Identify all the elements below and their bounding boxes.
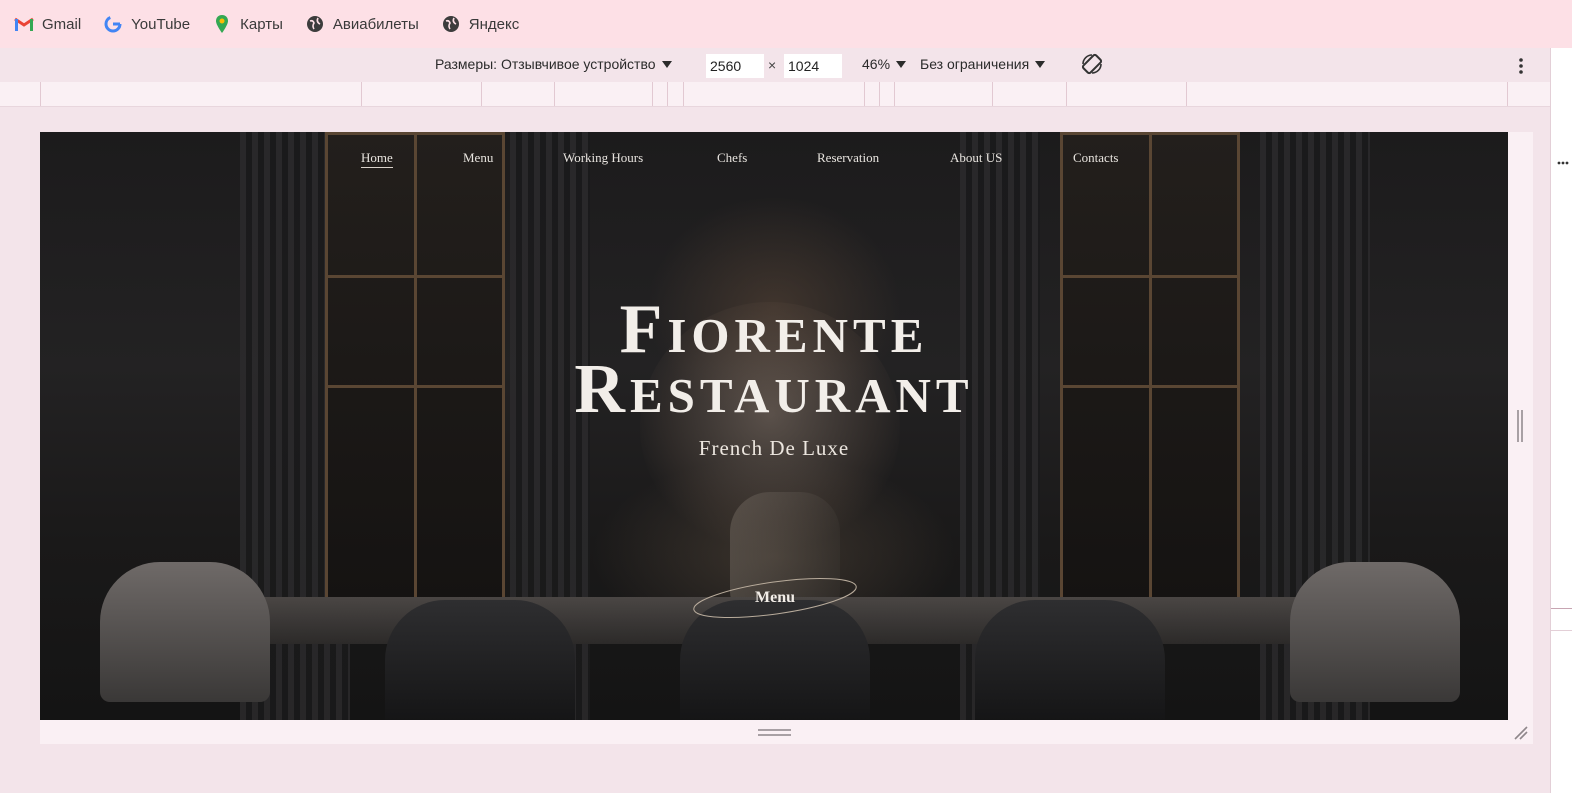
bookmarks-bar: Gmail YouTube Карты Авиабилеты Яндекс xyxy=(0,0,1572,48)
menu-button-label: Menu xyxy=(755,589,795,606)
zoom-label: 46% xyxy=(862,56,891,72)
site-viewport: Home Menu Working Hours Chefs Reservatio… xyxy=(40,132,1508,720)
bottom-resize-handle[interactable] xyxy=(758,729,791,736)
height-input[interactable] xyxy=(784,54,842,78)
bookmark-label: Яндекс xyxy=(468,15,520,33)
bookmark-youtube[interactable]: YouTube xyxy=(103,14,190,34)
throttle-dropdown[interactable]: Без ограничения xyxy=(920,56,1046,72)
nav-home[interactable]: Home xyxy=(361,150,393,168)
dropdown-arrow-icon xyxy=(896,60,907,68)
nav-contacts[interactable]: Contacts xyxy=(1073,150,1119,166)
nav-chefs[interactable]: Chefs xyxy=(717,150,747,166)
nav-working-hours[interactable]: Working Hours xyxy=(563,150,643,166)
media-query-ruler[interactable] xyxy=(0,82,1550,107)
width-input[interactable] xyxy=(706,54,764,78)
bookmark-label: Авиабилеты xyxy=(332,15,419,33)
globe-icon xyxy=(441,14,461,34)
corner-resize-icon[interactable] xyxy=(1512,724,1528,740)
right-resize-handle[interactable] xyxy=(1517,410,1523,442)
bookmark-aviabilety[interactable]: Авиабилеты xyxy=(305,14,419,34)
bookmark-yandex[interactable]: Яндекс xyxy=(441,14,519,34)
decor-chair xyxy=(975,600,1165,720)
more-dots-icon[interactable] xyxy=(1557,152,1569,165)
devtools-side-panel[interactable] xyxy=(1550,48,1572,793)
gmail-icon xyxy=(14,14,34,34)
decor-chair xyxy=(1290,562,1460,702)
globe-icon xyxy=(305,14,325,34)
bookmark-gmail[interactable]: Gmail xyxy=(14,14,81,34)
times-symbol: × xyxy=(768,57,777,73)
nav-reservation[interactable]: Reservation xyxy=(817,150,879,166)
dimensions-label: Размеры: Отзывчивое устройство xyxy=(435,56,656,72)
site-nav: Home Menu Working Hours Chefs Reservatio… xyxy=(40,150,1508,174)
nav-about-us[interactable]: About US xyxy=(950,150,1002,166)
dropdown-arrow-icon xyxy=(661,60,672,68)
dropdown-arrow-icon xyxy=(1035,60,1046,68)
decor-chair xyxy=(385,600,575,720)
dimensions-dropdown[interactable]: Размеры: Отзывчивое устройство xyxy=(435,56,672,72)
zoom-dropdown[interactable]: 46% xyxy=(862,56,907,72)
maps-pin-icon xyxy=(212,14,232,34)
google-icon xyxy=(103,14,123,34)
hero-menu-button[interactable]: Menu xyxy=(690,576,860,620)
hero-title-line-2: Restaurant xyxy=(574,351,974,428)
decor-chair xyxy=(100,562,270,702)
bookmark-label: Gmail xyxy=(42,15,82,33)
throttle-label: Без ограничения xyxy=(920,56,1030,72)
hero-title: Fiorente Restaurant xyxy=(40,295,1508,428)
hero-subtitle: French De Luxe xyxy=(698,436,850,460)
bookmark-maps[interactable]: Карты xyxy=(212,14,283,34)
bookmark-label: YouTube xyxy=(131,15,191,33)
nav-menu[interactable]: Menu xyxy=(463,150,493,166)
bookmark-label: Карты xyxy=(240,15,283,33)
rotate-icon[interactable] xyxy=(1080,52,1104,76)
more-options-icon[interactable] xyxy=(1517,57,1525,75)
